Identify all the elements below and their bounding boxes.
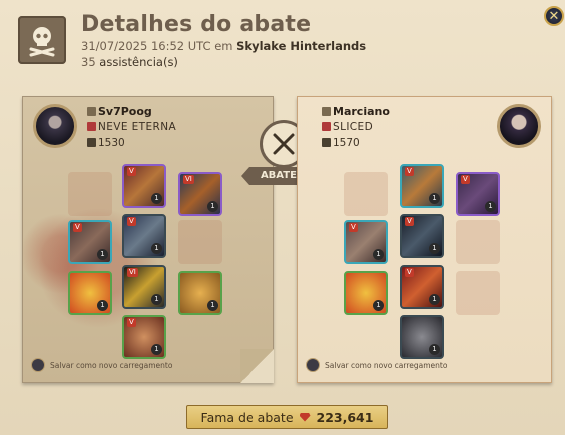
assist-count-row: 35 assistência(s) (81, 55, 178, 69)
bag-slot-empty (68, 172, 112, 216)
tier-badge: VI (183, 175, 194, 184)
tier-badge: V (127, 167, 136, 176)
kill-fame-value: 223,641 (316, 409, 374, 425)
kill-datetime: 31/07/2025 16:52 UTC (81, 39, 211, 53)
tier-badge: V (405, 268, 414, 277)
kill-fame-bar: Fama de abate 223,641 (186, 405, 388, 429)
victim-avatar (497, 104, 541, 148)
guild-icon (87, 122, 96, 131)
armor-slot[interactable]: V 1 (400, 214, 444, 258)
cape-slot[interactable]: V 1 (456, 172, 500, 216)
food-slot[interactable]: 1 (178, 271, 222, 315)
bag-slot-empty (344, 172, 388, 216)
fame-gem-icon (299, 412, 311, 422)
victim-ip-row: 1570 (322, 137, 360, 149)
boots-slot[interactable]: VI 1 (122, 265, 166, 309)
killer-guild: NEVE ETERNA (98, 121, 177, 133)
mount-slot[interactable]: V 1 (122, 315, 166, 359)
tier-badge: V (127, 217, 136, 226)
kill-fame-label: Fama de abate (200, 409, 294, 425)
item-quantity: 1 (151, 243, 162, 254)
mount-slot[interactable]: 1 (400, 315, 444, 359)
killer-guild-row: NEVE ETERNA (87, 121, 176, 133)
item-quantity: 1 (207, 201, 218, 212)
item-quantity: 1 (151, 294, 162, 305)
potion-slot[interactable]: 1 (68, 271, 112, 315)
item-quantity: 1 (151, 193, 162, 204)
close-button[interactable]: ✕ (544, 6, 564, 26)
killer-ip-row: 1530 (87, 137, 125, 149)
item-quantity: 1 (207, 300, 218, 311)
killer-panel: Sv7Poog NEVE ETERNA 1530 V 1 VI 1 V 1 V … (22, 96, 274, 383)
tier-badge: V (127, 318, 136, 327)
item-quantity: 1 (429, 193, 440, 204)
off-hand-slot-empty (456, 220, 500, 264)
location-prefix: em (214, 39, 233, 53)
item-quantity: 1 (373, 300, 384, 311)
tier-badge: V (405, 217, 414, 226)
tier-badge: VI (127, 268, 138, 277)
item-quantity: 1 (429, 243, 440, 254)
kill-details-window: Detalhes do abate 31/07/2025 16:52 UTC e… (0, 0, 565, 435)
item-quantity: 1 (373, 249, 384, 260)
skull-icon (18, 16, 66, 64)
killer-name: Sv7Poog (98, 105, 152, 118)
victim-name: Marciano (333, 105, 390, 118)
item-quantity: 1 (485, 201, 496, 212)
kill-timestamp-location: 31/07/2025 16:52 UTC em Skylake Hinterla… (81, 39, 366, 53)
off-hand-slot-empty (178, 220, 222, 264)
tier-badge: V (73, 223, 82, 232)
potion-slot[interactable]: 1 (344, 271, 388, 315)
save-loadout-label: Salvar como novo carregamento (50, 360, 173, 370)
item-quantity: 1 (97, 249, 108, 260)
tier-badge: V (349, 223, 358, 232)
assist-label: assistência(s) (99, 55, 178, 69)
armor-slot[interactable]: V 1 (122, 214, 166, 258)
item-quantity: 1 (429, 344, 440, 355)
helmet-slot[interactable]: V 1 (122, 164, 166, 208)
helmet-slot[interactable]: V 1 (400, 164, 444, 208)
save-icon (306, 358, 320, 372)
item-quantity: 1 (151, 344, 162, 355)
page-fold (240, 349, 274, 383)
victim-guild: SLICED (333, 121, 374, 133)
victim-name-row: Marciano (322, 105, 390, 118)
tier-badge: V (461, 175, 470, 184)
item-quantity: 1 (97, 300, 108, 311)
cape-slot[interactable]: VI 1 (178, 172, 222, 216)
boots-slot[interactable]: V 1 (400, 265, 444, 309)
kill-location: Skylake Hinterlands (236, 39, 367, 53)
close-icon: ✕ (548, 8, 560, 24)
main-hand-weapon-slot[interactable]: V 1 (344, 220, 388, 264)
assist-count: 35 (81, 55, 96, 69)
item-power-icon (322, 138, 331, 147)
killer-avatar (33, 104, 77, 148)
item-quantity: 1 (429, 294, 440, 305)
guild-icon (322, 122, 331, 131)
player-icon (322, 107, 331, 116)
tier-badge: V (405, 167, 414, 176)
save-loadout-label: Salvar como novo carregamento (325, 360, 448, 370)
item-power-icon (87, 138, 96, 147)
page-title: Detalhes do abate (81, 12, 312, 37)
player-icon (87, 107, 96, 116)
victim-guild-row: SLICED (322, 121, 373, 133)
killer-name-row: Sv7Poog (87, 105, 152, 118)
victim-panel: Marciano SLICED 1570 V 1 V 1 V 1 V 1 1 V… (297, 96, 552, 383)
save-icon (31, 358, 45, 372)
killer-item-power: 1530 (98, 137, 125, 149)
main-hand-weapon-slot[interactable]: V 1 (68, 220, 112, 264)
save-loadout-button[interactable]: Salvar como novo carregamento (306, 358, 447, 372)
food-slot-empty (456, 271, 500, 315)
victim-item-power: 1570 (333, 137, 360, 149)
save-loadout-button[interactable]: Salvar como novo carregamento (31, 358, 172, 372)
